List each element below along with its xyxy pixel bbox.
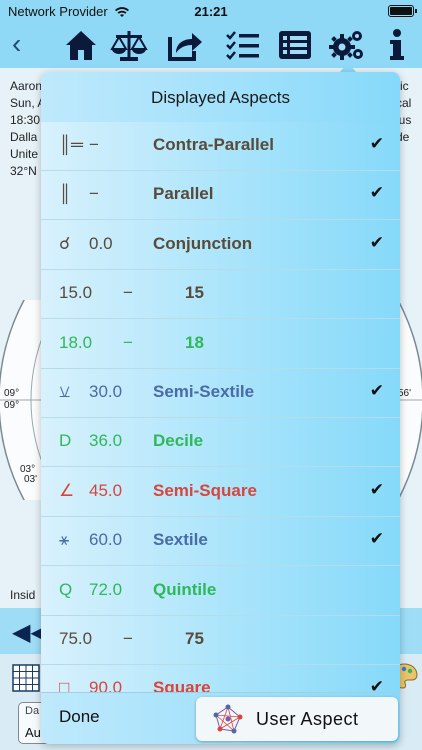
aspect-symbol-icon: ∠ bbox=[59, 480, 75, 500]
aspect-name: Conjunction bbox=[153, 233, 253, 253]
aspect-name: 18 bbox=[185, 332, 204, 352]
checkmark-icon: ✔ bbox=[369, 677, 384, 692]
aspect-row[interactable]: ∠ 45.0 Semi-Square ✔ bbox=[41, 468, 400, 517]
wheel-label: 03' bbox=[24, 474, 37, 485]
aspect-symbol-icon: ║ bbox=[59, 184, 72, 204]
aspect-name: Decile bbox=[153, 431, 204, 451]
aspect-row[interactable]: 18.0 − 18 bbox=[41, 320, 400, 369]
checkmark-icon: ✔ bbox=[369, 183, 384, 203]
done-button[interactable]: Done bbox=[59, 707, 100, 727]
aspect-symbol-icon: ☌ bbox=[59, 233, 71, 253]
aspect-angle: 30.0 bbox=[89, 382, 123, 401]
share-icon[interactable] bbox=[166, 27, 204, 63]
aspect-angle: 18.0 bbox=[59, 332, 93, 352]
aspect-angle: 75.0 bbox=[59, 629, 93, 648]
gears-icon[interactable] bbox=[328, 27, 366, 63]
date-field-label: Da bbox=[25, 705, 40, 717]
aspect-network-icon bbox=[213, 704, 243, 734]
inside-label: Insid bbox=[10, 588, 36, 602]
aspect-symbol-icon: ⚹ bbox=[59, 530, 70, 550]
popover-title: Displayed Aspects bbox=[41, 72, 400, 122]
home-icon[interactable] bbox=[62, 27, 100, 63]
aspect-dash: − bbox=[123, 332, 133, 352]
battery-icon bbox=[388, 5, 417, 17]
aspect-dash: − bbox=[123, 629, 133, 648]
aspect-symbol-icon: D bbox=[59, 431, 72, 451]
checkmark-icon: ✔ bbox=[369, 134, 384, 153]
aspect-symbol-icon: □ bbox=[59, 678, 70, 692]
list-icon[interactable] bbox=[276, 27, 314, 63]
aspect-name: Contra-Parallel bbox=[153, 135, 274, 154]
balance-icon[interactable] bbox=[110, 27, 148, 63]
wheel-label: 09° bbox=[4, 388, 19, 399]
user-aspect-button[interactable]: User Aspect bbox=[196, 697, 398, 741]
aspect-name: 75 bbox=[185, 629, 204, 648]
aspects-list[interactable]: ║═ − Contra-Parallel ✔ ║ − Parallel ✔ ☌ 0.0 Conjun… bbox=[41, 122, 400, 692]
aspect-name: Quintile bbox=[153, 579, 217, 599]
aspect-name: Square bbox=[153, 678, 211, 692]
aspect-row[interactable]: ⚹ 60.0 Sextile ✔ bbox=[41, 517, 400, 567]
aspect-name: Semi-Square bbox=[153, 480, 257, 500]
user-aspect-label: User Aspect bbox=[256, 709, 359, 729]
aspect-angle: 60.0 bbox=[89, 530, 123, 550]
info-icon[interactable] bbox=[384, 27, 410, 63]
checkmark-icon: ✔ bbox=[369, 232, 384, 252]
aspect-row[interactable]: ⚺ 30.0 Semi-Sextile ✔ bbox=[41, 369, 400, 418]
aspect-angle: 72.0 bbox=[89, 579, 123, 599]
aspect-angle: 45.0 bbox=[89, 480, 123, 500]
aspect-row[interactable]: Q 72.0 Quintile bbox=[41, 567, 400, 616]
clock: 21:21 bbox=[194, 4, 228, 19]
grid-icon[interactable] bbox=[12, 664, 40, 692]
aspect-row[interactable]: ☌ 0.0 Conjunction ✔ bbox=[41, 221, 400, 270]
aspect-row[interactable]: 15.0 − 15 bbox=[41, 270, 400, 320]
checkmark-icon: ✔ bbox=[369, 529, 384, 549]
aspect-row[interactable]: D 36.0 Decile bbox=[41, 418, 400, 468]
checklist-icon[interactable] bbox=[224, 27, 262, 63]
aspect-symbol-icon: Q bbox=[59, 579, 73, 599]
checkmark-icon: ✔ bbox=[369, 381, 384, 400]
aspect-row[interactable]: ║═ − Contra-Parallel ✔ bbox=[41, 122, 400, 171]
aspect-symbol-icon: ⚺ bbox=[59, 382, 71, 401]
aspect-name: Sextile bbox=[153, 530, 208, 550]
displayed-aspects-popover: Displayed Aspects ║═ − Contra-Parallel ✔ ║ − P… bbox=[41, 72, 400, 744]
aspect-name: Parallel bbox=[153, 184, 214, 204]
aspect-angle: 15.0 bbox=[59, 283, 93, 303]
aspect-angle: 90.0 bbox=[89, 678, 123, 692]
aspect-row[interactable]: □ 90.0 Square ✔ bbox=[41, 665, 400, 692]
aspect-angle: 36.0 bbox=[89, 431, 123, 451]
aspect-name: 15 bbox=[185, 283, 204, 303]
aspect-dash: − bbox=[123, 283, 133, 303]
back-chevron-icon[interactable]: ‹ bbox=[12, 30, 42, 60]
aspect-row[interactable]: ║ − Parallel ✔ bbox=[41, 171, 400, 221]
status-bar: Network Provider 21:21 bbox=[0, 0, 422, 22]
popover-footer: Done User Aspect bbox=[41, 692, 400, 744]
aspect-row[interactable]: 75.0 − 75 bbox=[41, 616, 400, 665]
checkmark-icon: ✔ bbox=[369, 479, 384, 499]
aspect-symbol-icon: ║═ bbox=[59, 135, 84, 154]
aspect-angle: − bbox=[89, 184, 99, 204]
aspect-angle: − bbox=[89, 135, 99, 154]
aspect-angle: 0.0 bbox=[89, 233, 113, 253]
wheel-label: 09° bbox=[4, 400, 19, 411]
aspect-name: Semi-Sextile bbox=[153, 382, 255, 401]
